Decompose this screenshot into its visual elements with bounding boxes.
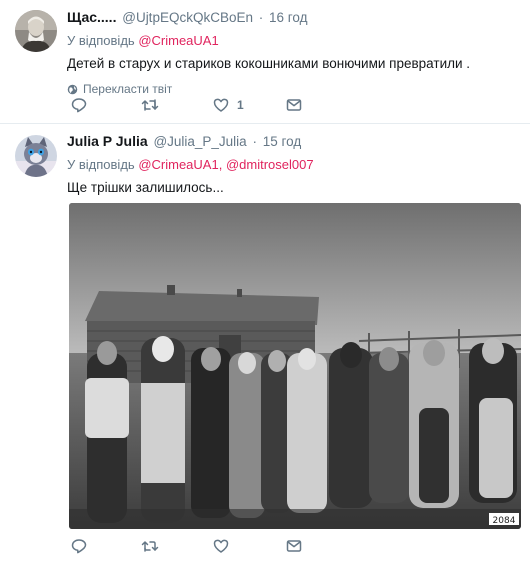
retweet-button[interactable] (141, 538, 167, 554)
like-icon (213, 539, 229, 553)
tweet-actions: 1 (67, 97, 367, 117)
author-name[interactable]: Щас..... (67, 9, 116, 25)
tweet-actions (67, 538, 367, 558)
reply-icon (71, 98, 87, 113)
timestamp[interactable]: 15 год (263, 134, 301, 149)
direct-message-button[interactable] (286, 97, 302, 113)
like-button[interactable] (213, 538, 237, 554)
author-name[interactable]: Julia P Julia (67, 133, 148, 149)
mention-link[interactable]: @CrimeaUA1 (138, 157, 218, 172)
reply-prefix: У відповідь (67, 33, 135, 48)
separator-dot: · (258, 10, 264, 25)
timestamp[interactable]: 16 год (269, 10, 307, 25)
reply-context: У відповідь @CrimeaUA1, @dmitrosel007 (67, 156, 520, 173)
retweet-icon (141, 541, 159, 552)
like-count: 1 (237, 98, 244, 112)
direct-message-button[interactable] (286, 538, 302, 554)
reply-button[interactable] (71, 97, 95, 113)
reply-context: У відповідь @CrimeaUA1 (67, 32, 520, 49)
tweet-text: Ще трішки залишилось... (67, 180, 224, 195)
tweet-photo[interactable]: 2084 (69, 203, 521, 529)
avatar[interactable] (15, 10, 57, 52)
author-username[interactable]: @Julia_P_Julia (153, 134, 246, 149)
photo-number: 2084 (493, 516, 516, 526)
tweet-header: Щас..... @UjtpEQckQkCBoEn · 16 год (67, 9, 520, 26)
globe-icon (67, 84, 78, 94)
tweet-text: Детей в старух и стариков кокошниками во… (67, 56, 471, 71)
reply-button[interactable] (71, 538, 95, 554)
translate-label: Перекласти твіт (83, 82, 173, 96)
tweet[interactable]: Щас..... @UjtpEQckQkCBoEn · 16 год У від… (0, 0, 530, 124)
tweet-header: Julia P Julia @Julia_P_Julia · 15 год (67, 133, 520, 150)
translate-tweet-link[interactable]: Перекласти твіт (67, 82, 520, 96)
like-button[interactable]: 1 (213, 97, 244, 113)
like-icon (213, 98, 229, 112)
retweet-button[interactable] (141, 97, 167, 113)
tweet[interactable]: Julia P Julia @Julia_P_Julia · 15 год У … (0, 124, 530, 561)
author-username[interactable]: @UjtpEQckQkCBoEn (122, 10, 253, 25)
reply-prefix: У відповідь (67, 157, 135, 172)
separator-dot: · (252, 134, 257, 149)
avatar[interactable] (15, 135, 57, 177)
mention-link[interactable]: @dmitrosel007 (226, 157, 314, 172)
mention-link[interactable]: @CrimeaUA1 (138, 33, 218, 48)
message-icon (286, 99, 302, 111)
retweet-icon (141, 99, 159, 111)
message-icon (286, 540, 302, 552)
reply-icon (71, 539, 87, 554)
mention-separator: , (218, 157, 223, 172)
